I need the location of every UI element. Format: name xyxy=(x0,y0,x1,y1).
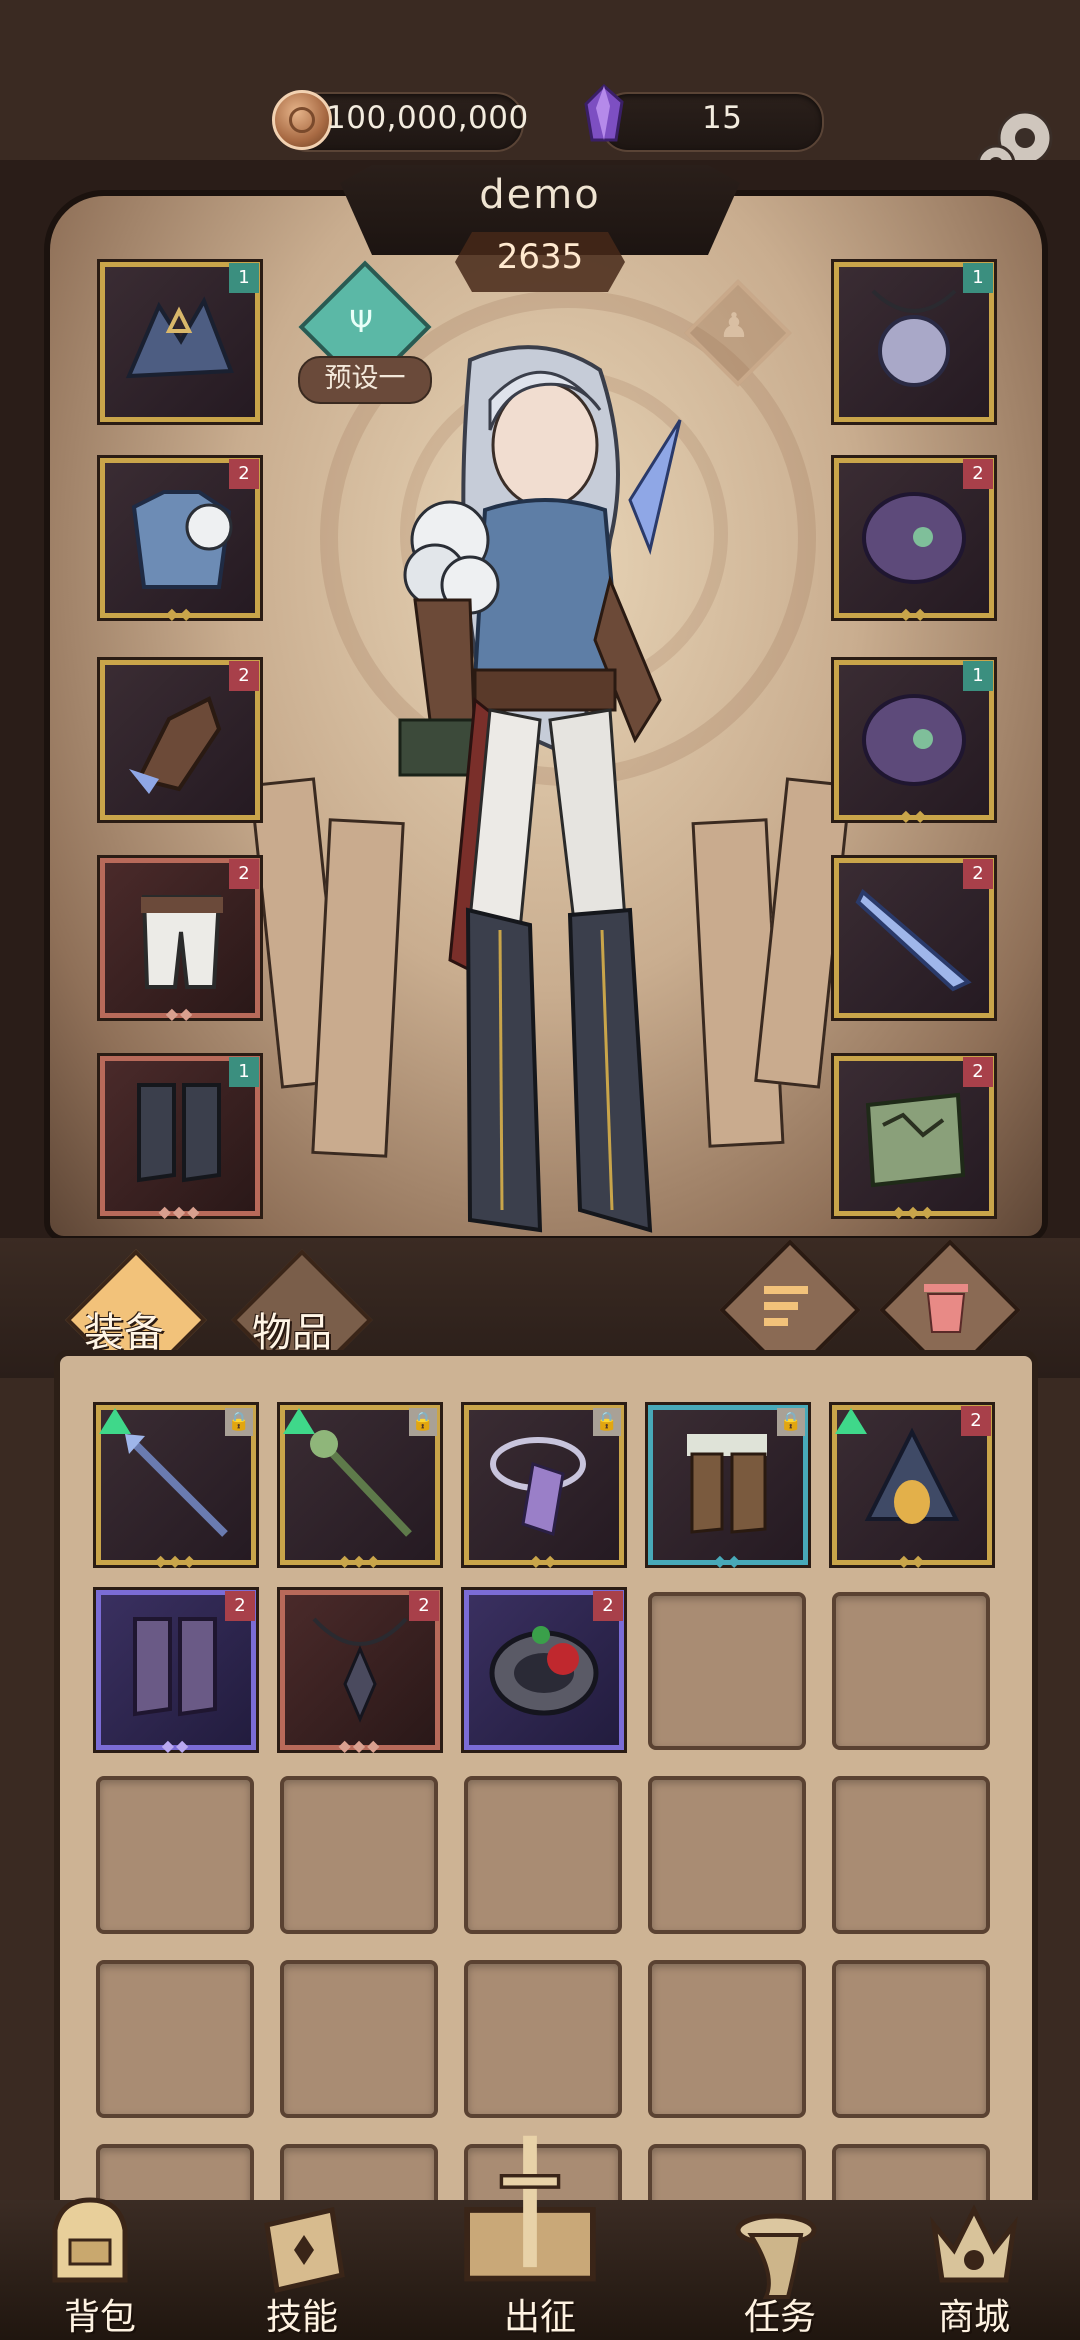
combat-power: 2635 xyxy=(496,237,584,277)
staff-icon xyxy=(310,1430,412,1537)
inventory-empty-slot[interactable] xyxy=(96,1776,254,1934)
shop-crown-icon[interactable] xyxy=(924,2195,1024,2295)
necklace-icon xyxy=(312,1617,408,1723)
gold-coin-icon xyxy=(272,90,332,150)
rarity-pips: ◆◆◆ xyxy=(892,1202,936,1221)
inventory-item[interactable]: 2 ◆◆ xyxy=(832,1405,992,1570)
helmet-icon xyxy=(864,1427,960,1524)
rarity-pips: ◆◆ xyxy=(899,604,929,623)
preset-glyph-icon: Ψ xyxy=(349,305,373,340)
equip-slot-feet[interactable]: 1 ◆◆◆ xyxy=(100,1056,260,1221)
rarity-pips: ◆◆ xyxy=(713,1551,743,1570)
rarity-pips: ◆◆ xyxy=(161,1736,191,1755)
inventory-empty-slot[interactable] xyxy=(832,1776,990,1934)
inventory-empty-slot[interactable] xyxy=(464,1776,622,1934)
pants-icon xyxy=(141,895,223,989)
inventory-empty-slot[interactable] xyxy=(648,1776,806,1934)
rarity-pips: ◆◆ xyxy=(165,604,195,623)
equip-slot-ring-2[interactable]: 1 ◆◆ xyxy=(834,660,994,825)
skill-book-icon[interactable] xyxy=(252,2200,352,2300)
sword-banner-icon[interactable] xyxy=(450,2130,610,2290)
rarity-pips: ◆◆◆ xyxy=(158,1202,202,1221)
crystal-orb-icon xyxy=(490,1437,586,1536)
crown-icon xyxy=(125,296,234,379)
rarity-pips: ◆◆ xyxy=(897,1551,927,1570)
equip-slot-neck[interactable]: 1 xyxy=(834,262,994,422)
inventory-item[interactable]: 🔒 ◆◆ xyxy=(464,1405,624,1570)
rarity-pips: ◆◆ xyxy=(899,806,929,825)
boots-icon xyxy=(137,1083,221,1183)
rarity-pips: ◆◆ xyxy=(165,1004,195,1023)
sort-list-icon xyxy=(764,1286,808,1326)
nav-skills[interactable]: 技能 xyxy=(232,2288,372,2340)
player-name: demo xyxy=(479,172,601,218)
equip-slot-ring-1[interactable]: 2 ◆◆ xyxy=(834,458,994,623)
character-portrait xyxy=(398,345,682,1284)
ring-icon xyxy=(489,1626,599,1716)
inventory-empty-slot[interactable] xyxy=(96,1960,254,2118)
rarity-pips: ◆◆◆ xyxy=(154,1551,198,1570)
equip-slot-legs[interactable]: 2 ◆◆ xyxy=(100,858,260,1023)
equip-slot-weapon[interactable]: 2 xyxy=(834,858,994,1018)
nav-quests[interactable]: 任务 xyxy=(710,2288,850,2340)
gem-icon xyxy=(584,84,624,142)
nav-shop[interactable]: 商城 xyxy=(904,2288,1044,2340)
inventory-empty-slot[interactable] xyxy=(832,1592,990,1750)
staff-icon xyxy=(125,1434,228,1537)
inventory-empty-slot[interactable] xyxy=(832,1960,990,2118)
nav-backpack[interactable]: 背包 xyxy=(30,2288,170,2340)
boots-icon xyxy=(133,1617,217,1717)
equip-slot-chest[interactable]: 2 ◆◆ xyxy=(100,458,260,623)
inventory-empty-slot[interactable] xyxy=(648,1960,806,2118)
backpack-icon[interactable] xyxy=(40,2190,140,2290)
person-icon: ♟ xyxy=(718,306,750,346)
gloves-icon xyxy=(129,696,222,794)
inventory-empty-slot[interactable] xyxy=(280,1960,438,2118)
inventory-item[interactable]: 🔒 ◆◆◆ xyxy=(280,1405,440,1570)
gold-amount: 100,000,000 xyxy=(326,100,529,136)
equip-slot-relic[interactable]: 2 ◆◆◆ xyxy=(834,1056,994,1221)
inventory-empty-slot[interactable] xyxy=(648,1592,806,1750)
rarity-pips: ◆◆ xyxy=(529,1551,559,1570)
boots-icon xyxy=(687,1434,767,1534)
inventory-item[interactable]: 2 ◆◆◆ xyxy=(280,1590,440,1755)
armor-icon xyxy=(131,490,233,589)
inventory-empty-slot[interactable] xyxy=(280,1776,438,1934)
nav-expedition[interactable]: 出征 xyxy=(470,2288,610,2340)
inventory-item[interactable]: 2 xyxy=(464,1590,624,1750)
inventory-empty-slot[interactable] xyxy=(464,1960,622,2118)
inventory-item[interactable]: 🔒 ◆◆ xyxy=(648,1405,808,1570)
equip-slot-hands[interactable]: 2 xyxy=(100,660,260,820)
rarity-pips: ◆◆◆ xyxy=(338,1551,382,1570)
inventory-item[interactable]: 2 ◆◆ xyxy=(96,1590,256,1755)
trash-can-icon xyxy=(924,1284,968,1333)
equip-slot-head[interactable]: 1 xyxy=(100,262,260,422)
bracer-icon xyxy=(862,492,966,584)
gem-amount: 15 xyxy=(702,100,743,136)
bracer-icon xyxy=(862,694,966,786)
rarity-pips: ◆◆◆ xyxy=(338,1736,382,1755)
inventory-item[interactable]: 🔒 ◆◆◆ xyxy=(96,1405,256,1570)
dagger-icon xyxy=(855,888,972,992)
amulet-icon xyxy=(871,289,957,387)
relic-icon xyxy=(865,1092,966,1188)
